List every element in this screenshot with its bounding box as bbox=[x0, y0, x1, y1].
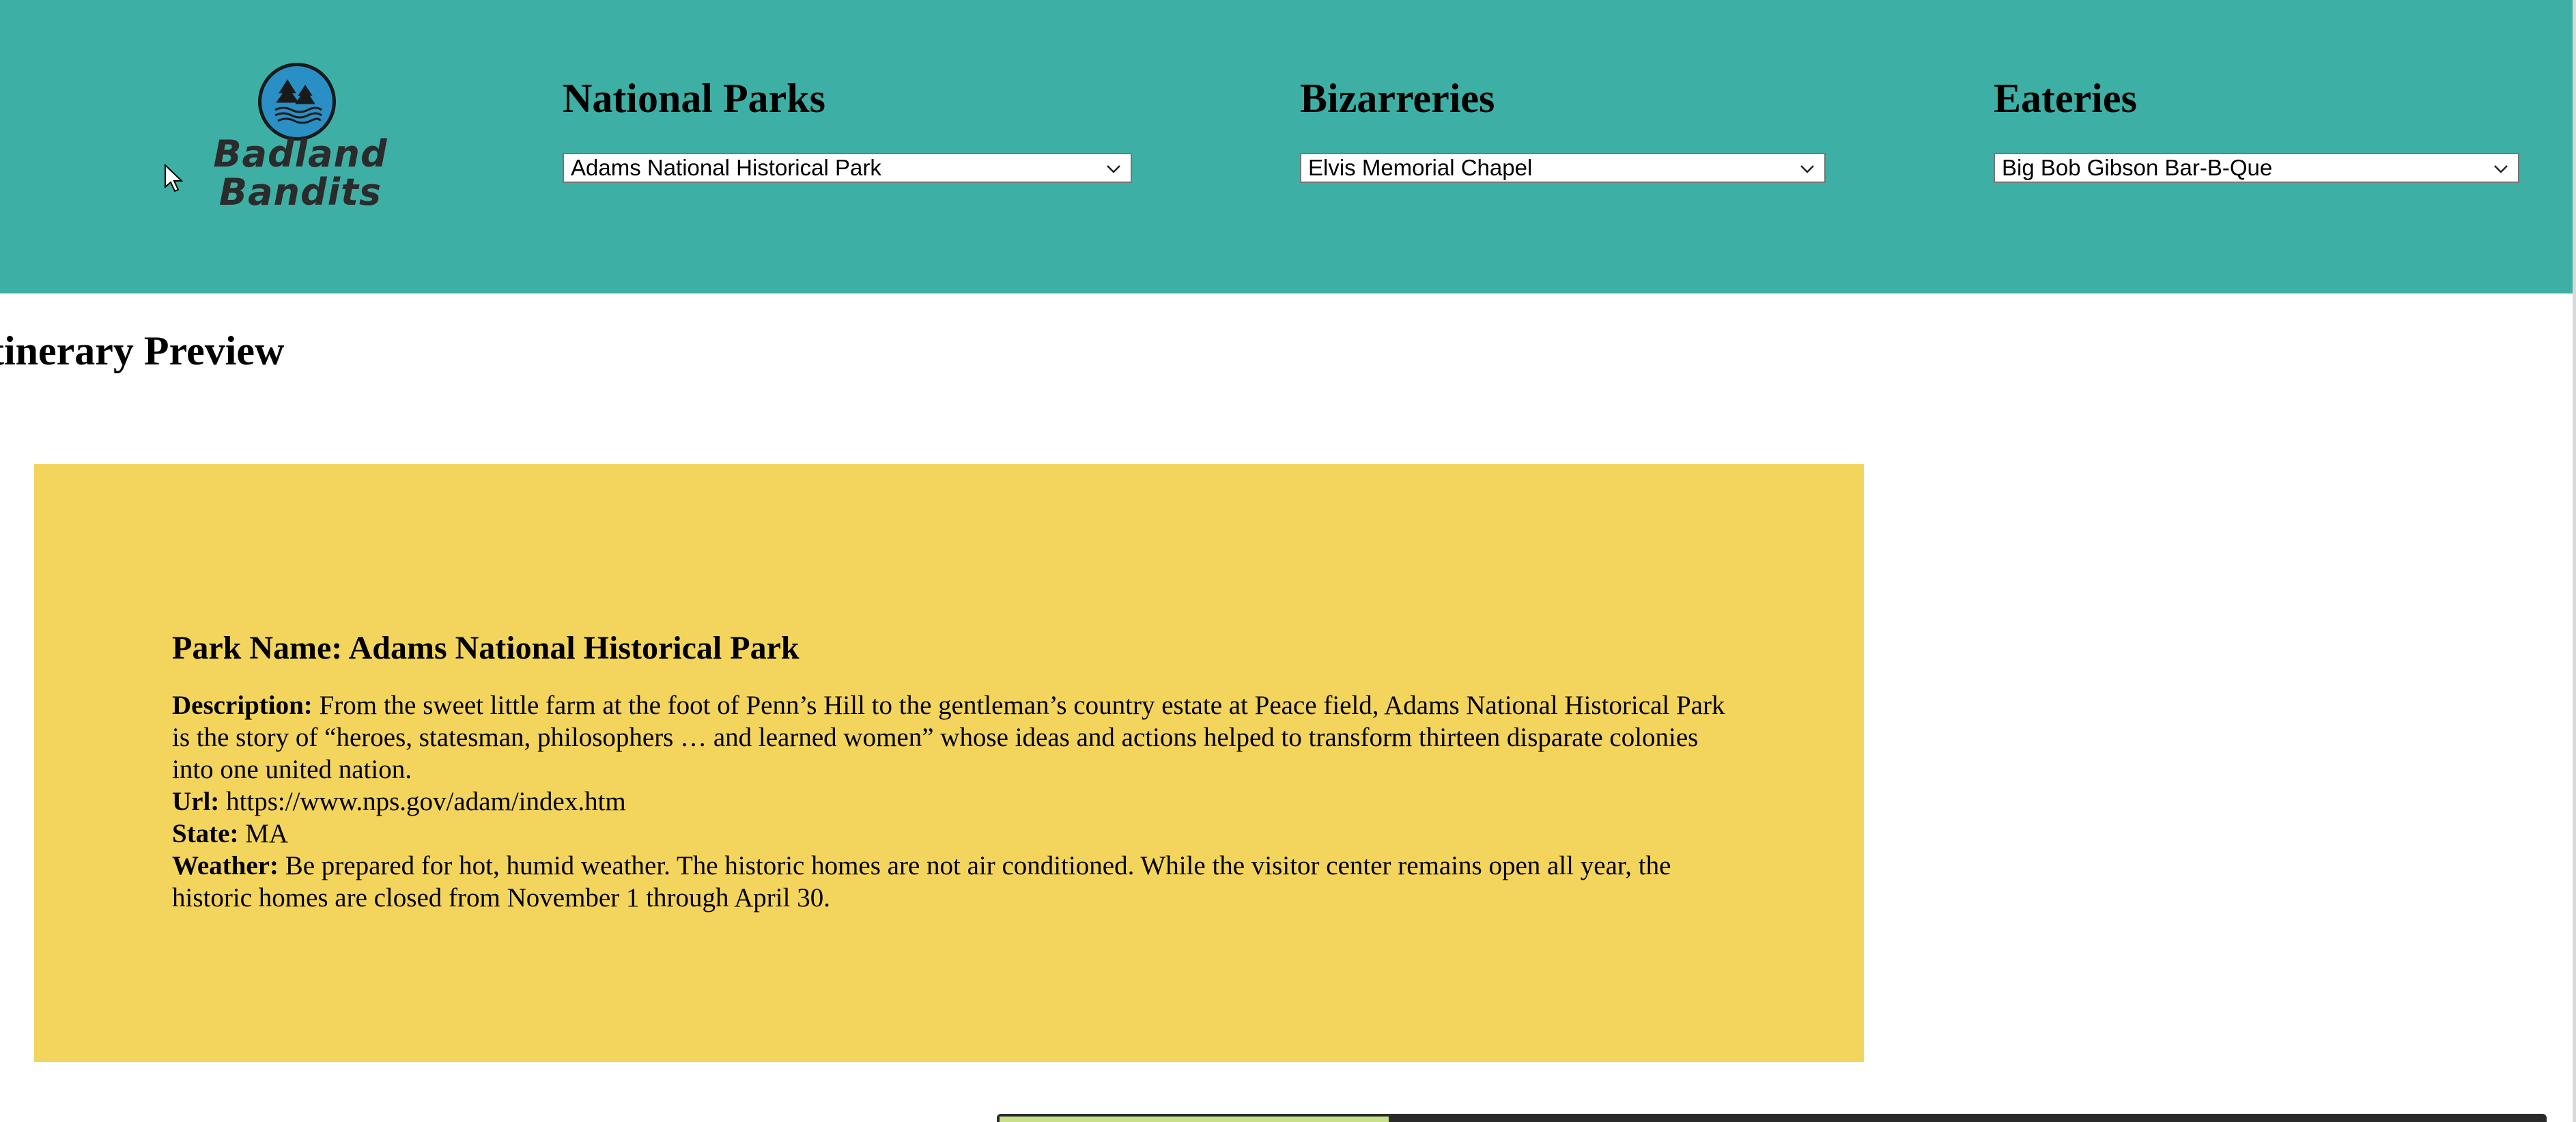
chevron-down-icon bbox=[2494, 165, 2508, 173]
bizarreries-select[interactable]: Elvis Memorial Chapel bbox=[1300, 153, 1826, 183]
mouse-cursor-icon bbox=[165, 164, 184, 192]
description-label: Description: bbox=[172, 691, 313, 720]
park-url-row: Url: https://www.nps.gov/adam/index.htm bbox=[172, 786, 1742, 818]
itinerary-preview-heading: tinerary Preview bbox=[0, 328, 285, 373]
eateries-select[interactable]: Big Bob Gibson Bar-B-Que bbox=[1994, 153, 2519, 183]
eateries-section: Eateries Big Bob Gibson Bar-B-Que bbox=[1994, 71, 2519, 183]
app-viewport: Badland Bandits National Parks Adams Nat… bbox=[0, 0, 2576, 1122]
national-parks-select[interactable]: Adams National Historical Park bbox=[563, 153, 1132, 183]
park-description: From the sweet little farm at the foot o… bbox=[172, 691, 1725, 784]
logo-emblem bbox=[258, 63, 336, 141]
bottom-panel-edge bbox=[997, 1114, 2547, 1122]
park-weather-row: Weather: Be prepared for hot, humid weat… bbox=[172, 850, 1742, 914]
state-label: State: bbox=[172, 819, 239, 848]
logo-line-2: Bandits bbox=[218, 171, 382, 214]
logo-line-1: Badland bbox=[213, 132, 388, 175]
park-state: MA bbox=[245, 819, 289, 848]
park-weather: Be prepared for hot, humid weather. The … bbox=[172, 851, 1671, 912]
trees-and-waves-icon bbox=[274, 79, 322, 124]
park-name: Park Name: Adams National Historical Par… bbox=[172, 630, 799, 666]
park-details-content: Park Name: Adams National Historical Par… bbox=[172, 628, 1742, 914]
site-header: Badland Bandits National Parks Adams Nat… bbox=[0, 0, 2573, 293]
bizarreries-selected-value: Elvis Memorial Chapel bbox=[1308, 155, 1533, 180]
chevron-down-icon bbox=[1107, 165, 1120, 173]
national-parks-section: National Parks Adams National Historical… bbox=[563, 71, 1132, 183]
eateries-selected-value: Big Bob Gibson Bar-B-Que bbox=[2002, 155, 2273, 180]
park-url: https://www.nps.gov/adam/index.htm bbox=[226, 787, 626, 816]
park-details-card: Park Name: Adams National Historical Par… bbox=[34, 464, 1864, 1062]
window-scrollbar-edge bbox=[2573, 0, 2576, 1122]
park-description-row: Description: From the sweet little farm … bbox=[172, 689, 1742, 786]
bottom-panel-accent bbox=[1000, 1117, 1389, 1122]
park-state-row: State: MA bbox=[172, 818, 1742, 850]
national-parks-selected-value: Adams National Historical Park bbox=[571, 155, 881, 180]
weather-label: Weather: bbox=[172, 851, 279, 880]
bizarreries-heading: Bizarreries bbox=[1300, 76, 1495, 121]
chevron-down-icon bbox=[1800, 165, 1814, 173]
bizarreries-section: Bizarreries Elvis Memorial Chapel bbox=[1300, 71, 1826, 183]
eateries-heading: Eateries bbox=[1994, 76, 2137, 121]
site-logo[interactable]: Badland Bandits bbox=[205, 63, 396, 220]
logo-wordmark: Badland Bandits bbox=[205, 135, 396, 212]
national-parks-heading: National Parks bbox=[563, 76, 826, 121]
url-label: Url: bbox=[172, 787, 220, 816]
